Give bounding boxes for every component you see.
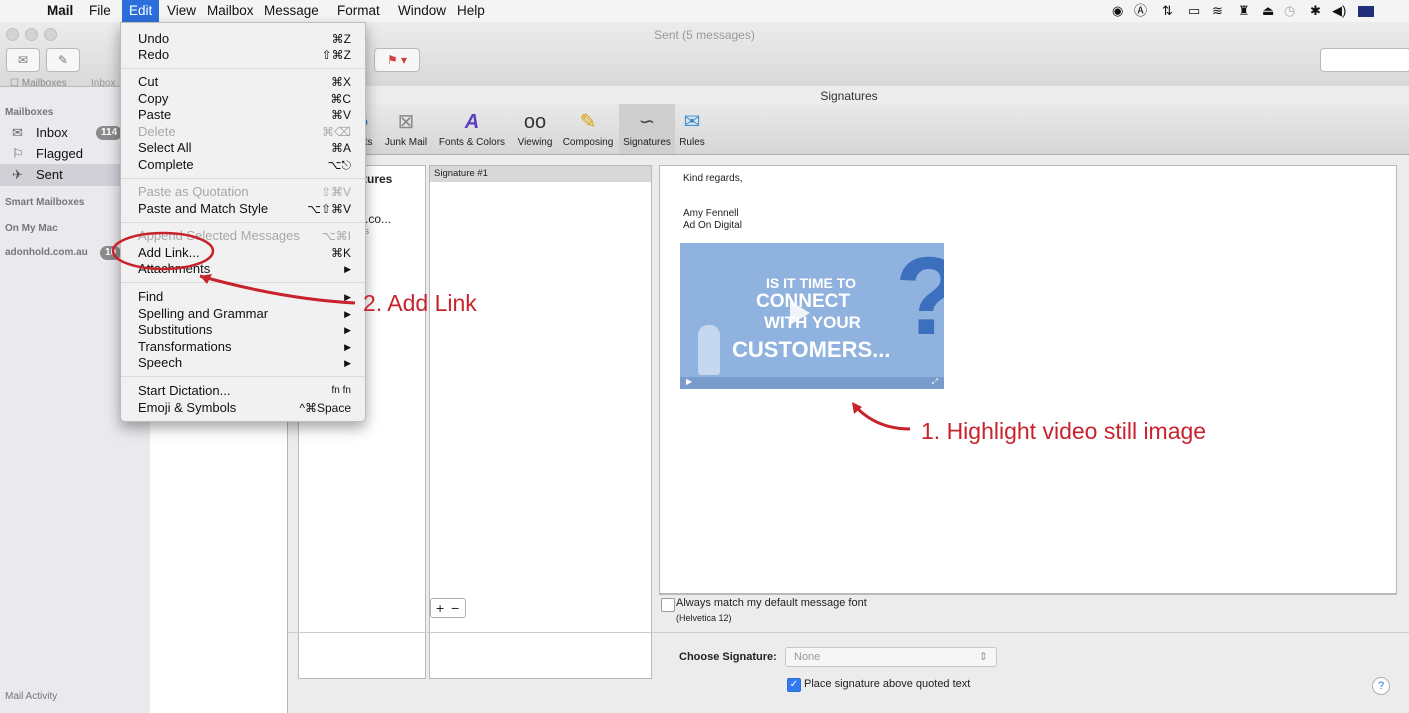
step2-annotation: 2. Add Link bbox=[363, 290, 477, 316]
annotation-overlay bbox=[111, 231, 911, 431]
step1-arrow bbox=[853, 404, 911, 431]
step2-arrow bbox=[199, 274, 356, 305]
add-link-highlight-circle bbox=[111, 231, 215, 271]
step1-annotation: 1. Highlight video still image bbox=[921, 418, 1207, 444]
